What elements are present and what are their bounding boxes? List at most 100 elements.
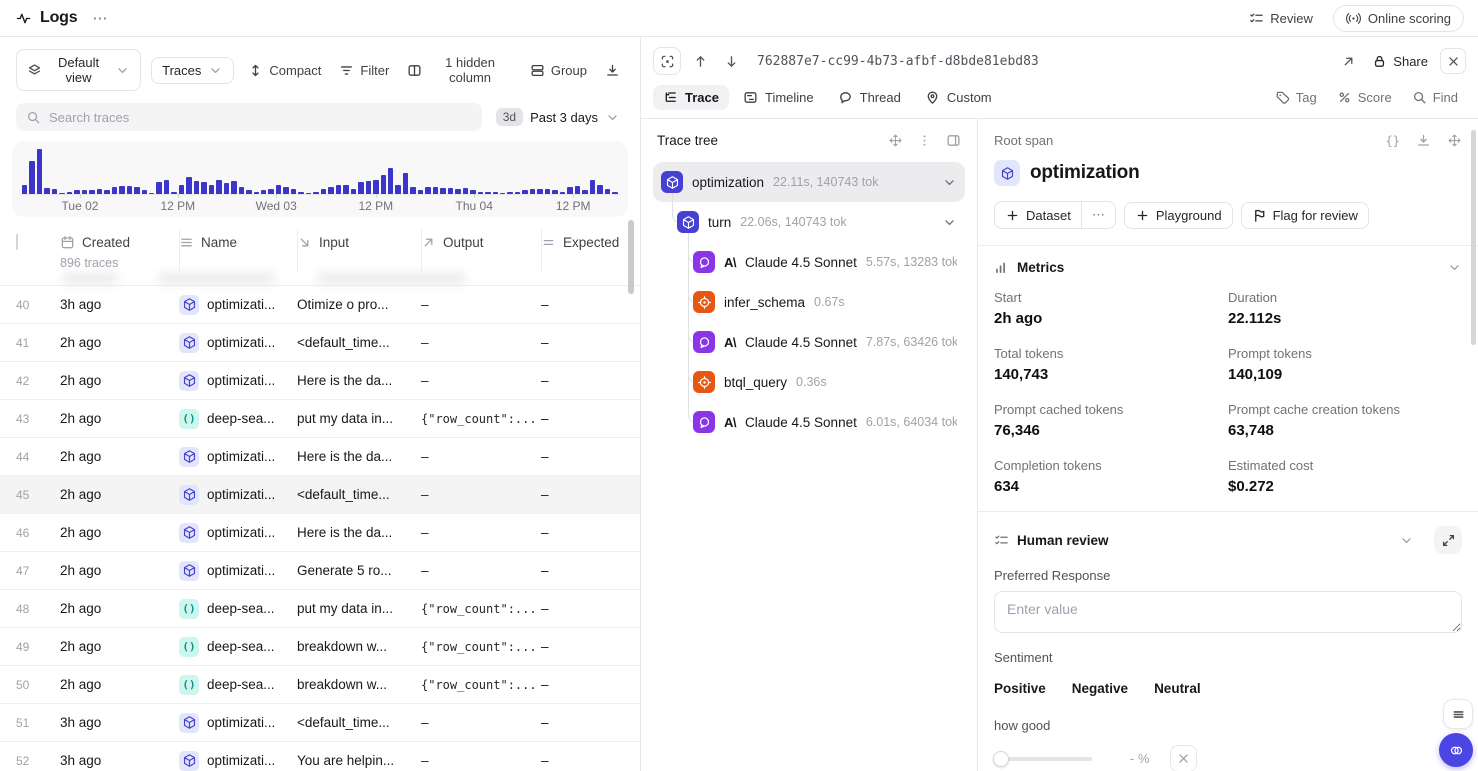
tree-item-btql-query[interactable]: btql_query0.36s <box>653 362 965 402</box>
metric-label: Estimated cost <box>1228 458 1462 473</box>
cube-icon <box>179 751 199 771</box>
tree-item-claude-4-5-sonnet[interactable]: A\Claude 4.5 Sonnet6.01s, 64034 tok <box>653 402 965 442</box>
traces-selector[interactable]: Traces <box>151 57 234 84</box>
table-row[interactable]: 523h agooptimizati...You are helpin...–– <box>0 741 640 771</box>
column-header-input[interactable]: Input <box>297 235 421 250</box>
human-review-section-header[interactable]: Human review <box>994 526 1462 554</box>
metrics-grid: Start2h agoDuration22.112sTotal tokens14… <box>994 290 1462 495</box>
cell-output: – <box>421 297 541 312</box>
list-scrollbar[interactable] <box>628 220 634 294</box>
tab-timeline[interactable]: Timeline <box>733 85 824 110</box>
chevron-down-icon[interactable] <box>942 175 957 190</box>
metric-label: Prompt cached tokens <box>994 402 1228 417</box>
online-scoring-button[interactable]: Online scoring <box>1333 5 1464 32</box>
page-menu-button[interactable]: ⋯ <box>86 5 113 31</box>
flag-for-review-button[interactable]: Flag for review <box>1241 202 1369 229</box>
table-row[interactable]: 472h agooptimizati...Generate 5 ro...–– <box>0 551 640 589</box>
group-button[interactable]: Group <box>526 58 591 83</box>
column-label: Expected <box>563 235 619 250</box>
table-row[interactable]: 462h agooptimizati...Here is the da...–– <box>0 513 640 551</box>
playground-button[interactable]: Playground <box>1124 202 1233 229</box>
table-row[interactable]: 403h agooptimizati...Otimize o pro...–– <box>0 285 640 323</box>
assistant-fab[interactable] <box>1439 733 1473 767</box>
tree-item-infer-schema[interactable]: infer_schema0.67s <box>653 282 965 322</box>
add-to-dataset-button[interactable]: Dataset <box>995 202 1081 228</box>
next-trace-button[interactable] <box>720 50 743 73</box>
metric-value: 634 <box>994 478 1228 495</box>
table-row[interactable]: 412h agooptimizati...<default_time...–– <box>0 323 640 361</box>
review-button[interactable]: Review <box>1243 7 1319 30</box>
histogram-bar <box>358 182 363 194</box>
focus-trace-button[interactable] <box>653 47 681 75</box>
date-range-selector[interactable]: 3d Past 3 days <box>492 105 624 129</box>
axis-tick-mark <box>178 194 179 198</box>
clear-score-button[interactable] <box>1170 745 1197 771</box>
table-row[interactable]: 513h agooptimizati...<default_time...–– <box>0 703 640 741</box>
detail-scrollbar[interactable] <box>1471 130 1476 345</box>
table-row[interactable]: 502h ago()deep-sea...breakdown w...{"row… <box>0 665 640 703</box>
open-fullpage-button[interactable] <box>1337 50 1360 73</box>
preferred-response-input[interactable] <box>994 591 1462 633</box>
histogram-bar <box>216 180 221 194</box>
table-row[interactable]: 482h ago()deep-sea...put my data in...{"… <box>0 589 640 627</box>
sentiment-neutral[interactable]: Neutral <box>1154 677 1201 700</box>
dataset-more-button[interactable]: ⋯ <box>1082 202 1115 228</box>
anthropic-logo: A\ <box>724 255 736 270</box>
cell-output: – <box>421 715 541 730</box>
export-button[interactable] <box>601 58 624 83</box>
tag-button[interactable]: Tag <box>1267 85 1325 110</box>
json-view-button[interactable]: {} <box>1386 134 1400 148</box>
sentiment-negative[interactable]: Negative <box>1072 677 1128 700</box>
table-row[interactable]: 442h agooptimizati...Here is the da...–– <box>0 437 640 475</box>
search-input[interactable] <box>49 110 472 125</box>
axis-tick-mark <box>573 194 574 198</box>
histogram-bar <box>433 187 438 194</box>
expand-all-icon[interactable] <box>888 133 903 148</box>
chevron-down-icon[interactable] <box>942 215 957 230</box>
tree-item-claude-4-5-sonnet[interactable]: A\Claude 4.5 Sonnet7.87s, 63426 tok <box>653 322 965 362</box>
tree-menu-icon[interactable] <box>917 133 932 148</box>
cell-name: optimizati... <box>179 485 297 505</box>
expand-review-button[interactable] <box>1434 526 1462 554</box>
dataset-label: Dataset <box>1026 208 1071 223</box>
column-header-expected[interactable]: Expected <box>541 235 624 250</box>
table-row[interactable]: 432h ago()deep-sea...put my data in...{"… <box>0 399 640 437</box>
share-button[interactable]: Share <box>1372 54 1428 69</box>
tree-item-claude-4-5-sonnet[interactable]: A\Claude 4.5 Sonnet5.57s, 13283 tok <box>653 242 965 282</box>
tab-custom[interactable]: Custom <box>915 85 1002 110</box>
search-box[interactable] <box>16 103 482 131</box>
histogram-bar <box>537 189 542 194</box>
select-all-checkbox[interactable] <box>16 234 18 250</box>
column-header-created[interactable]: Created896 traces <box>60 235 179 270</box>
score-button[interactable]: Score <box>1329 85 1400 110</box>
table-row[interactable]: 452h agooptimizati...<default_time...–– <box>0 475 640 513</box>
filter-button[interactable]: Filter <box>335 58 393 83</box>
find-button[interactable]: Find <box>1404 85 1466 110</box>
download-icon[interactable] <box>1416 133 1431 148</box>
view-selector[interactable]: Default view <box>16 49 141 91</box>
table-row[interactable]: 422h agooptimizati...Here is the da...–– <box>0 361 640 399</box>
table-row[interactable]: 492h ago()deep-sea...breakdown w...{"row… <box>0 627 640 665</box>
column-header-output[interactable]: Output <box>421 235 541 250</box>
compact-toggle[interactable]: Compact <box>244 58 325 83</box>
tab-thread[interactable]: Thread <box>828 85 911 110</box>
cell-name: optimizati... <box>179 447 297 467</box>
column-header-name[interactable]: Name <box>179 235 297 250</box>
cell-name: ()deep-sea... <box>179 409 297 429</box>
tree-item-turn[interactable]: turn22.06s, 140743 tok <box>653 202 965 242</box>
move-icon[interactable] <box>1447 133 1462 148</box>
trace-histogram[interactable]: Tue 0212 PMWed 0312 PMThu 0412 PM <box>12 141 628 217</box>
chevron-down-icon <box>115 63 130 78</box>
tree-item-optimization[interactable]: optimization22.11s, 140743 tok <box>653 162 965 202</box>
collapse-panel-icon[interactable] <box>946 133 961 148</box>
floating-menu-button[interactable] <box>1443 699 1473 729</box>
sentiment-positive[interactable]: Positive <box>994 677 1046 700</box>
score-slider[interactable] <box>994 751 1092 767</box>
hidden-columns-button[interactable]: 1 hidden column <box>403 50 516 90</box>
slider-thumb[interactable] <box>993 751 1009 767</box>
name-text: deep-sea... <box>207 601 275 616</box>
close-panel-button[interactable] <box>1440 48 1466 74</box>
prev-trace-button[interactable] <box>689 50 712 73</box>
metrics-section-header[interactable]: Metrics <box>994 260 1462 275</box>
tab-trace[interactable]: Trace <box>653 85 729 110</box>
